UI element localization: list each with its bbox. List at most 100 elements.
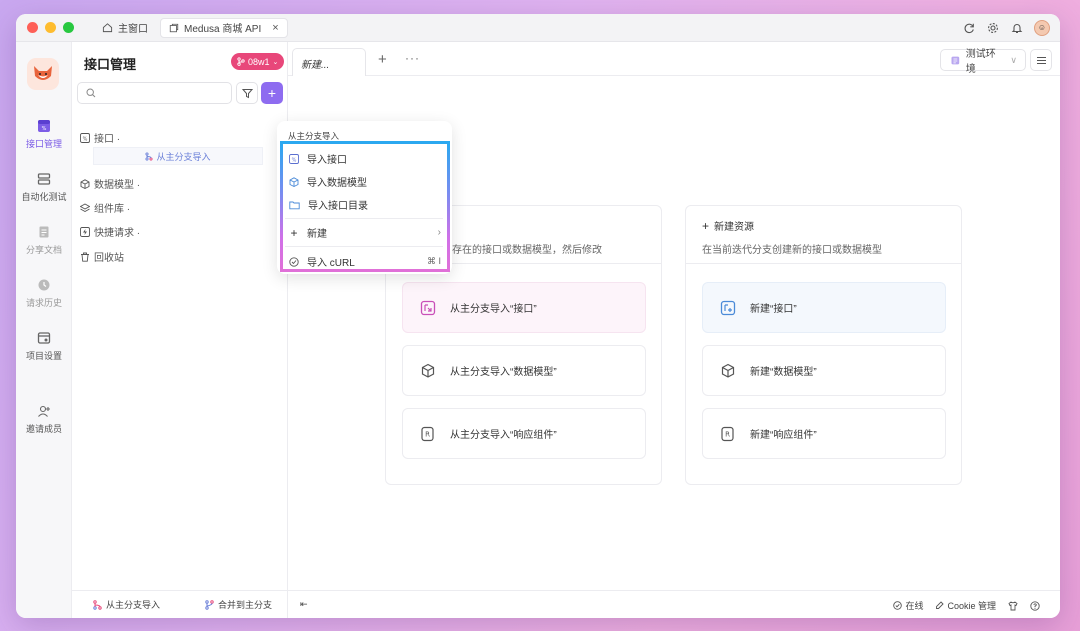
option-label: 从主分支导入“响应组件” bbox=[450, 430, 557, 441]
online-status[interactable]: 在线 bbox=[893, 599, 923, 612]
cookie-icon bbox=[936, 601, 945, 609]
branch-icon bbox=[145, 151, 154, 161]
tree-item-recycle-bin[interactable]: 回收站 bbox=[80, 249, 124, 264]
chevron-down-icon: ⌄ bbox=[272, 58, 279, 66]
menu-item-import-api-directory[interactable]: 导入接口目录 bbox=[289, 197, 441, 212]
environment-select[interactable]: 测试环境 ∨ bbox=[940, 49, 1026, 75]
menu-item-label: 导入接口目录 bbox=[308, 201, 368, 212]
menu-item-import-data-model[interactable]: 导入数据模型 bbox=[289, 174, 441, 189]
branch-icon bbox=[237, 57, 245, 66]
bell-icon[interactable] bbox=[1010, 21, 1024, 35]
tree-item-data-model[interactable]: 数据模型 · bbox=[80, 176, 140, 191]
nav-invite-members[interactable]: 邀请成员 bbox=[16, 404, 72, 435]
app-logo bbox=[27, 58, 59, 90]
filter-icon bbox=[241, 88, 253, 98]
tab-close-icon[interactable]: × bbox=[272, 22, 278, 34]
option-label: 新建“接口” bbox=[750, 304, 797, 315]
check-circle-icon bbox=[893, 601, 903, 610]
online-label: 在线 bbox=[905, 601, 924, 611]
cube-icon bbox=[80, 178, 90, 189]
nav-api-management[interactable]: % 接口管理 bbox=[16, 119, 72, 150]
home-icon bbox=[102, 23, 113, 33]
merge-to-main-label: 合并到主分支 bbox=[218, 600, 273, 610]
new-resources-card: + 新建资源 在当前迭代分支创建新的接口或数据模型 新建“接口” 新建“数据模型… bbox=[685, 205, 962, 485]
import-cube-icon bbox=[418, 361, 438, 381]
tree-item-quick-request[interactable]: 快捷请求 · bbox=[80, 224, 140, 239]
nav-label: 分享文档 bbox=[25, 245, 62, 255]
help-icon[interactable] bbox=[1030, 600, 1040, 611]
import-response-component-option[interactable]: R 从主分支导入“响应组件” bbox=[402, 408, 646, 459]
option-label: 从主分支导入“数据模型” bbox=[450, 367, 557, 378]
environment-label: 测试环境 bbox=[965, 49, 996, 75]
search-input[interactable] bbox=[100, 87, 220, 99]
api-icon: % bbox=[38, 120, 50, 132]
import-data-model-option[interactable]: 从主分支导入“数据模型” bbox=[402, 345, 646, 396]
tree-item-label: 组件库 · bbox=[94, 204, 131, 215]
search-input-wrapper[interactable] bbox=[77, 82, 232, 104]
branch-selector[interactable]: 08w1 ⌄ bbox=[231, 53, 285, 70]
collapse-sidebar-icon[interactable]: ⇤ bbox=[300, 599, 308, 610]
menu-item-import-api[interactable]: % 导入接口 bbox=[289, 151, 441, 166]
new-tab-button[interactable]: + bbox=[378, 51, 387, 68]
card-title-text: 新建资源 bbox=[714, 222, 755, 233]
nav-label: 请求历史 bbox=[25, 298, 62, 308]
svg-text:%: % bbox=[42, 126, 47, 132]
merge-to-main-button[interactable]: 合并到主分支 bbox=[205, 598, 272, 611]
tree-item-api[interactable]: % 接口 · bbox=[80, 130, 120, 145]
menu-item-import-curl[interactable]: 导入 cURL ⌘ I bbox=[289, 254, 441, 269]
add-button[interactable]: + bbox=[261, 82, 283, 104]
minimize-window-button[interactable] bbox=[45, 22, 56, 33]
tree-item-component-library[interactable]: 组件库 · bbox=[80, 200, 130, 215]
cookie-label: Cookie 管理 bbox=[947, 601, 996, 611]
new-api-option[interactable]: 新建“接口” bbox=[702, 282, 946, 333]
cube-icon bbox=[289, 176, 299, 187]
menu-divider bbox=[285, 246, 443, 247]
more-tabs-button[interactable]: ··· bbox=[405, 51, 420, 65]
menu-item-label: 新建 bbox=[307, 229, 327, 240]
shortcut-hint: ⌘ I bbox=[426, 256, 441, 266]
import-api-option[interactable]: 从主分支导入“接口” bbox=[402, 282, 646, 333]
svg-text:R: R bbox=[725, 430, 730, 438]
nav-project-settings[interactable]: 项目设置 bbox=[16, 331, 72, 362]
tab-new-document[interactable]: 新建... bbox=[292, 48, 366, 76]
maximize-window-button[interactable] bbox=[63, 22, 74, 33]
tree-item-label: 数据模型 · bbox=[94, 180, 141, 191]
import-from-main-button[interactable]: 从主分支导入 bbox=[93, 598, 160, 611]
left-nav: % 接口管理 自动化测试 分享文档 请求历史 项目设置 邀请成员 bbox=[16, 42, 72, 618]
nav-label: 项目设置 bbox=[25, 351, 62, 361]
option-label: 新建“数据模型” bbox=[750, 367, 817, 378]
tab-home[interactable]: 主窗口 bbox=[94, 18, 156, 38]
fox-logo-icon bbox=[34, 66, 52, 80]
svg-text:%: % bbox=[83, 136, 88, 142]
new-response-icon: R bbox=[718, 424, 738, 444]
refresh-icon[interactable] bbox=[962, 21, 976, 35]
chevron-right-icon: › bbox=[437, 227, 441, 238]
gear-icon[interactable] bbox=[986, 21, 1000, 35]
cookie-manager-button[interactable]: Cookie 管理 bbox=[935, 599, 996, 612]
nav-automation-test[interactable]: 自动化测试 bbox=[16, 172, 72, 203]
card-title: + 新建资源 bbox=[702, 218, 945, 234]
nav-request-history[interactable]: 请求历史 bbox=[16, 278, 72, 309]
chevron-down-icon: ∨ bbox=[1010, 54, 1017, 65]
app-window: 主窗口 Medusa 商城 API × ☺ % 接口管理 自动化测试 分享文档 … bbox=[16, 14, 1060, 618]
menu-item-label: 导入 cURL bbox=[307, 258, 355, 269]
nav-share-docs[interactable]: 分享文档 bbox=[16, 225, 72, 256]
merge-icon bbox=[205, 599, 214, 610]
user-avatar[interactable]: ☺ bbox=[1034, 19, 1050, 36]
doc-icon bbox=[39, 226, 49, 238]
menu-item-new[interactable]: + 新建 › bbox=[289, 225, 441, 241]
new-api-icon bbox=[718, 298, 738, 318]
option-label: 从主分支导入“接口” bbox=[450, 304, 537, 315]
tab-project[interactable]: Medusa 商城 API × bbox=[160, 17, 288, 38]
menu-button[interactable] bbox=[1030, 49, 1052, 71]
plus-icon: + bbox=[702, 218, 710, 233]
card-description: 在当前迭代分支创建新的接口或数据模型 bbox=[702, 245, 882, 256]
filter-button[interactable] bbox=[236, 82, 258, 104]
import-from-main-placeholder[interactable]: 从主分支导入 bbox=[93, 147, 263, 165]
close-window-button[interactable] bbox=[27, 22, 38, 33]
nav-label: 接口管理 bbox=[25, 139, 62, 149]
new-data-model-option[interactable]: 新建“数据模型” bbox=[702, 345, 946, 396]
new-response-component-option[interactable]: R 新建“响应组件” bbox=[702, 408, 946, 459]
shirt-icon[interactable] bbox=[1008, 600, 1018, 611]
invite-icon bbox=[38, 405, 50, 417]
